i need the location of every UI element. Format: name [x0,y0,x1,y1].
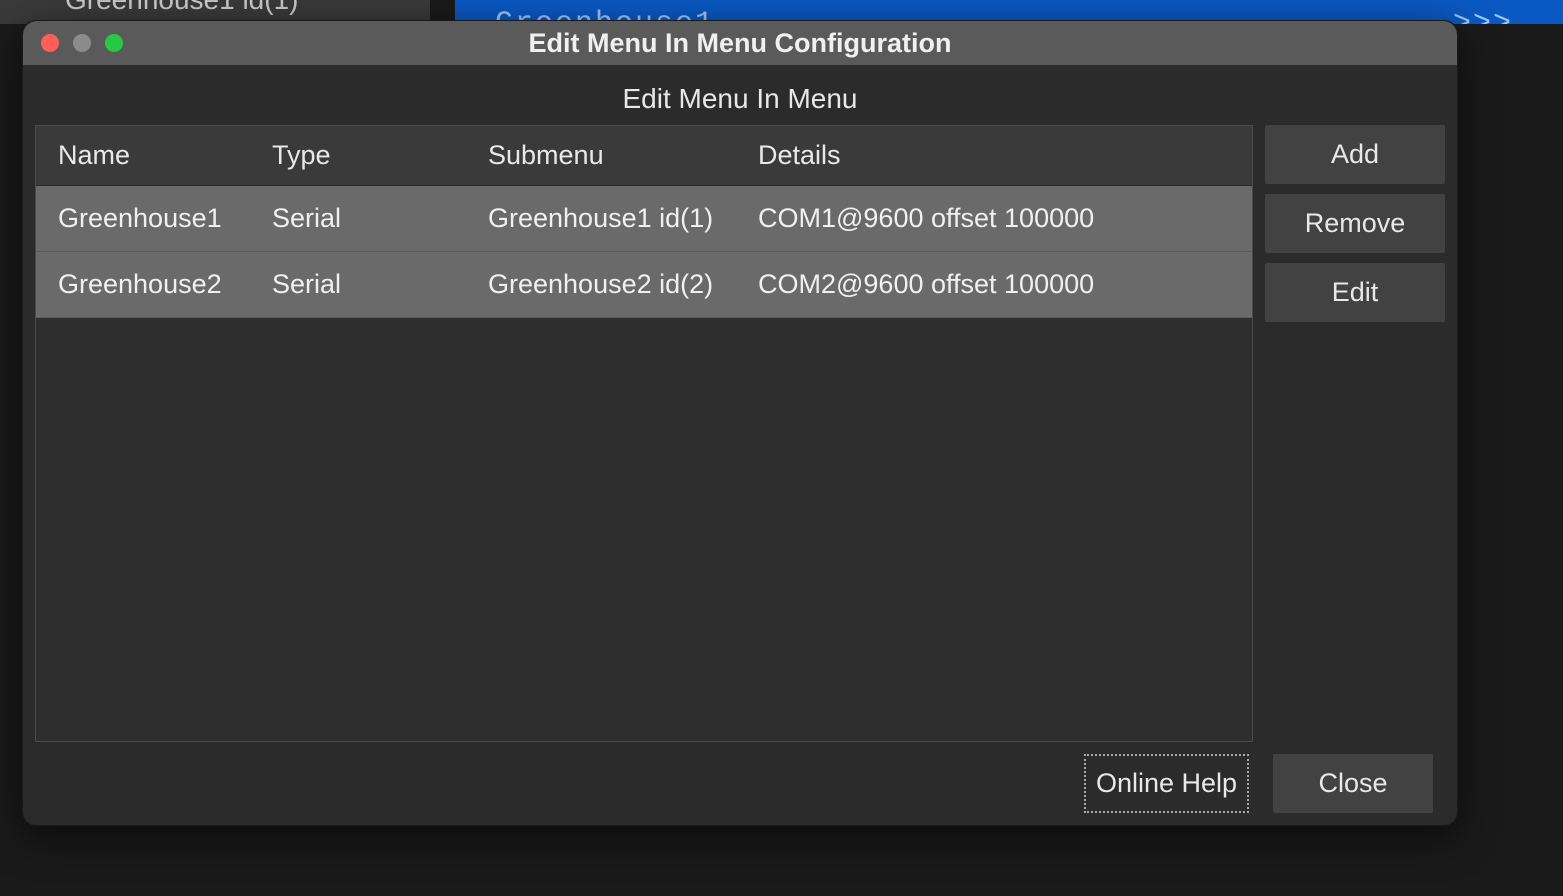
main-row: Name Type Submenu Details Greenhouse1 Se… [35,125,1445,742]
dialog-title: Edit Menu In Menu Configuration [23,28,1457,59]
table-row[interactable]: Greenhouse1 Serial Greenhouse1 id(1) COM… [36,186,1252,252]
close-window-icon[interactable] [41,34,59,52]
dialog-footer: Online Help Close [35,742,1445,825]
table-body: Greenhouse1 Serial Greenhouse1 id(1) COM… [36,186,1252,741]
dialog-titlebar[interactable]: Edit Menu In Menu Configuration [23,21,1457,65]
col-header-name[interactable]: Name [36,126,250,185]
section-header: Edit Menu In Menu [35,75,1445,125]
table-row[interactable]: Greenhouse2 Serial Greenhouse2 id(2) COM… [36,252,1252,318]
cell-name: Greenhouse2 [36,252,250,317]
bg-left-list-item-label: Greenhouse1 id(1) [65,0,298,15]
col-header-submenu[interactable]: Submenu [466,126,736,185]
edit-button[interactable]: Edit [1265,263,1445,322]
edit-menu-dialog: Edit Menu In Menu Configuration Edit Men… [22,20,1458,826]
close-button[interactable]: Close [1273,754,1433,813]
col-header-details[interactable]: Details [736,126,1252,185]
cell-name: Greenhouse1 [36,186,250,251]
cell-details: COM2@9600 offset 100000 [736,252,1252,317]
col-header-type[interactable]: Type [250,126,466,185]
maximize-window-icon[interactable] [105,34,123,52]
table-header: Name Type Submenu Details [36,126,1252,186]
menu-table: Name Type Submenu Details Greenhouse1 Se… [35,125,1253,742]
minimize-window-icon[interactable] [73,34,91,52]
dialog-content: Edit Menu In Menu Name Type Submenu Deta… [23,65,1457,825]
remove-button[interactable]: Remove [1265,194,1445,253]
cell-type: Serial [250,186,466,251]
cell-type: Serial [250,252,466,317]
side-buttons: Add Remove Edit [1265,125,1445,742]
cell-details: COM1@9600 offset 100000 [736,186,1252,251]
window-controls [41,34,123,52]
cell-submenu: Greenhouse2 id(2) [466,252,736,317]
cell-submenu: Greenhouse1 id(1) [466,186,736,251]
online-help-button[interactable]: Online Help [1084,754,1249,813]
add-button[interactable]: Add [1265,125,1445,184]
